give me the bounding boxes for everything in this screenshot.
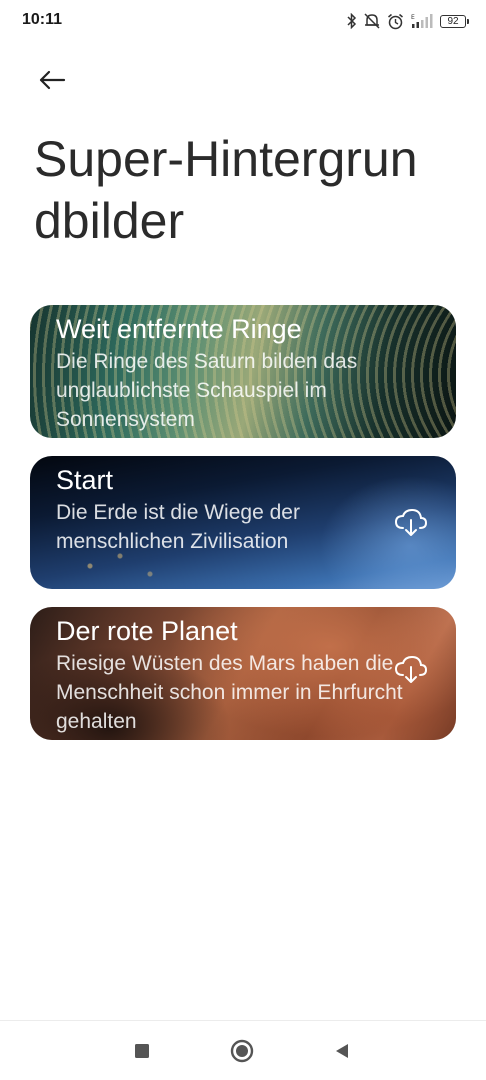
cloud-download-icon[interactable] <box>394 506 428 540</box>
nav-back-button[interactable] <box>326 1035 358 1067</box>
signal-icon: E <box>410 13 434 29</box>
recents-square-icon <box>135 1044 149 1058</box>
wallpaper-screen: 10:11 E 92 Super-Hintergrundbilder Weit … <box>0 0 486 1080</box>
arrow-left-icon <box>39 70 66 90</box>
status-time: 10:11 <box>22 11 63 28</box>
battery-level: 92 <box>447 15 459 27</box>
wallpaper-card-mars[interactable]: Der rote Planet Riesige Wüsten des Mars … <box>30 607 456 740</box>
back-triangle-icon <box>336 1044 348 1058</box>
home-button[interactable] <box>226 1035 258 1067</box>
home-circle-icon <box>230 1039 254 1063</box>
card-title: Start <box>56 465 114 495</box>
card-text: Weit entfernte Ringe Die Ringe des Satur… <box>56 313 446 434</box>
card-title: Der rote Planet <box>56 616 238 646</box>
cloud-download-icon[interactable] <box>394 653 428 687</box>
status-bar: 10:11 E 92 <box>0 0 486 44</box>
recents-button[interactable] <box>126 1035 158 1067</box>
page-title: Super-Hintergrundbilder <box>34 131 418 249</box>
card-description: Riesige Wüsten des Mars haben die Mensch… <box>56 652 403 733</box>
back-button[interactable] <box>30 62 74 98</box>
card-text: Start Die Erde ist die Wiege der menschl… <box>56 464 446 556</box>
status-icons: E 92 <box>347 10 469 32</box>
battery-icon: 92 <box>440 14 469 28</box>
alarm-off-icon <box>363 13 381 29</box>
wallpaper-card-rings[interactable]: Weit entfernte Ringe Die Ringe des Satur… <box>30 305 456 438</box>
alarm-clock-icon <box>387 13 404 30</box>
navigation-bar <box>0 1020 486 1080</box>
card-description: Die Ringe des Saturn bilden das unglaubl… <box>56 350 358 431</box>
card-text: Der rote Planet Riesige Wüsten des Mars … <box>56 615 446 736</box>
card-title: Weit entfernte Ringe <box>56 314 302 344</box>
wallpaper-card-earth[interactable]: Start Die Erde ist die Wiege der menschl… <box>30 456 456 589</box>
svg-text:E: E <box>411 14 415 21</box>
bluetooth-icon <box>347 13 357 29</box>
card-description: Die Erde ist die Wiege der menschlichen … <box>56 501 300 553</box>
